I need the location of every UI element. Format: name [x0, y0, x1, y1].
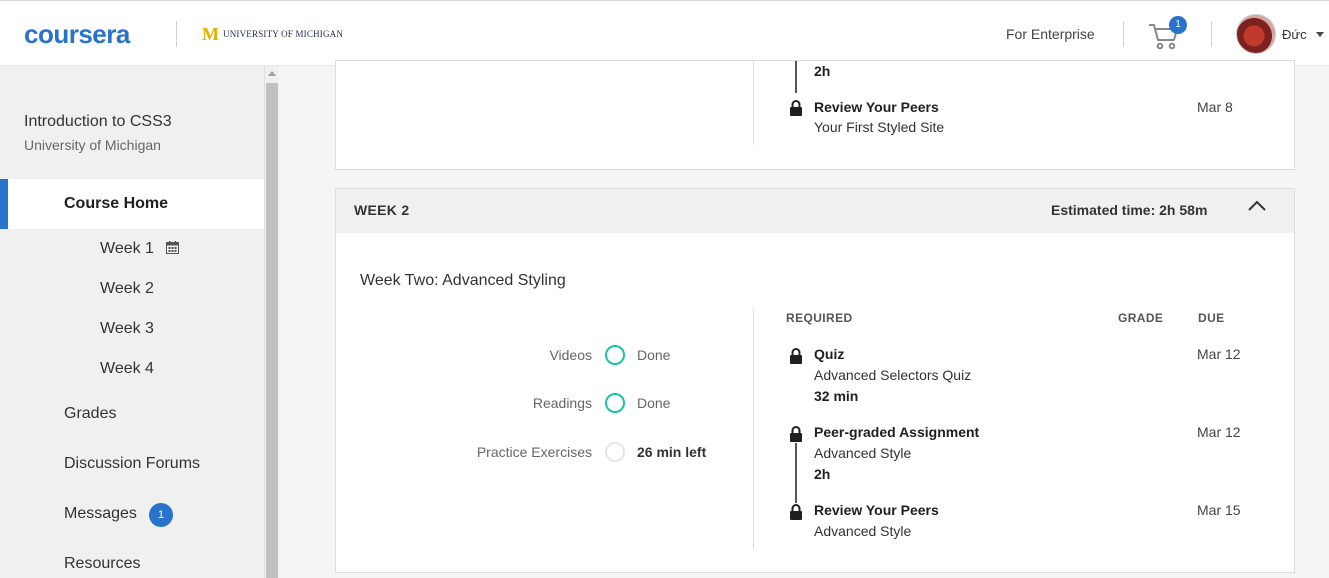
timeline-connector: [795, 61, 797, 93]
coursera-logo[interactable]: coursera: [24, 19, 130, 50]
column-header-due: DUE: [1198, 311, 1225, 325]
partner-logo[interactable]: M UNIVERSITY OF MICHIGAN: [202, 24, 344, 44]
incomplete-circle-icon: [605, 442, 625, 462]
header-divider: [176, 21, 177, 47]
sidebar-item-label: Course Home: [64, 195, 169, 212]
week-header[interactable]: WEEK 2 Estimated time: 2h 58m: [336, 189, 1294, 233]
header-divider: [1123, 21, 1124, 47]
sidebar-item-week-3[interactable]: Week 3: [100, 320, 154, 338]
scroll-up-arrow-icon[interactable]: [268, 71, 276, 76]
umich-m-mark: M: [202, 24, 219, 44]
lock-icon: [790, 348, 802, 364]
avatar[interactable]: [1236, 14, 1276, 54]
column-divider: [753, 309, 754, 549]
top-header: coursera M UNIVERSITY OF MICHIGAN For En…: [0, 0, 1329, 66]
course-title: Introduction to CSS3: [24, 113, 172, 130]
week-1-card: 2h Review Your Peers Your First Styled S…: [335, 60, 1295, 170]
scroll-thumb[interactable]: [266, 83, 278, 578]
lock-icon: [790, 504, 802, 520]
sidebar-item-messages[interactable]: Messages: [64, 505, 137, 523]
sidebar-scrollbar[interactable]: [264, 66, 279, 578]
column-divider: [753, 61, 754, 145]
item-duration: 2h: [814, 63, 831, 79]
course-university: University of Michigan: [24, 137, 161, 153]
for-enterprise-link[interactable]: For Enterprise: [1006, 26, 1095, 42]
sidebar-item-week-1[interactable]: Week 1: [100, 240, 154, 258]
progress-status-videos: Done: [637, 347, 671, 363]
progress-status-practice: 26 min left: [637, 444, 707, 460]
item-due-date: Mar 8: [1197, 99, 1233, 115]
column-header-grade: GRADE: [1118, 311, 1164, 325]
item-type[interactable]: Review Your Peers: [814, 99, 939, 115]
progress-label-practice: Practice Exercises: [476, 444, 592, 460]
item-due-date: Mar 12: [1197, 424, 1241, 440]
item-duration: 32 min: [814, 388, 859, 404]
lock-icon: [790, 426, 802, 442]
item-due-date: Mar 12: [1197, 346, 1241, 362]
sidebar-item-week-4[interactable]: Week 4: [100, 360, 154, 378]
header-divider: [1211, 21, 1212, 47]
calendar-icon: [166, 241, 179, 254]
chevron-down-icon[interactable]: [1316, 32, 1324, 37]
item-name[interactable]: Advanced Style: [814, 523, 911, 539]
item-duration: 2h: [814, 466, 831, 482]
cart-count-badge: 1: [1169, 16, 1187, 34]
item-type[interactable]: Review Your Peers: [814, 502, 939, 518]
sidebar-item-grades[interactable]: Grades: [64, 405, 116, 423]
timeline-connector: [795, 443, 797, 503]
sidebar-item-resources[interactable]: Resources: [64, 555, 140, 573]
done-circle-icon: [605, 393, 625, 413]
week-title: Week Two: Advanced Styling: [360, 272, 566, 289]
progress-label-readings: Readings: [532, 395, 592, 411]
item-name[interactable]: Advanced Style: [814, 445, 911, 461]
item-name[interactable]: Advanced Selectors Quiz: [814, 367, 971, 383]
progress-label-videos: Videos: [549, 347, 592, 363]
week-label: WEEK 2: [354, 202, 410, 218]
item-due-date: Mar 15: [1197, 502, 1241, 518]
chevron-up-icon[interactable]: [1247, 199, 1267, 213]
progress-status-readings: Done: [637, 395, 671, 411]
partner-name: UNIVERSITY OF MICHIGAN: [223, 29, 344, 39]
messages-count-badge: 1: [149, 503, 173, 527]
item-type[interactable]: Peer-graded Assignment: [814, 424, 979, 440]
sidebar-item-week-2[interactable]: Week 2: [100, 280, 154, 298]
active-indicator: [0, 179, 8, 229]
item-type[interactable]: Quiz: [814, 346, 844, 362]
lock-icon: [790, 100, 802, 116]
estimated-time: Estimated time: 2h 58m: [1051, 202, 1208, 218]
column-header-required: REQUIRED: [786, 311, 853, 325]
item-name[interactable]: Your First Styled Site: [814, 119, 944, 135]
week-2-card: WEEK 2 Estimated time: 2h 58m Week Two: …: [335, 188, 1295, 573]
username[interactable]: Đức: [1282, 27, 1307, 42]
sidebar-item-discussion-forums[interactable]: Discussion Forums: [64, 455, 200, 473]
sidebar-item-course-home[interactable]: Course Home: [0, 179, 264, 229]
done-circle-icon: [605, 345, 625, 365]
